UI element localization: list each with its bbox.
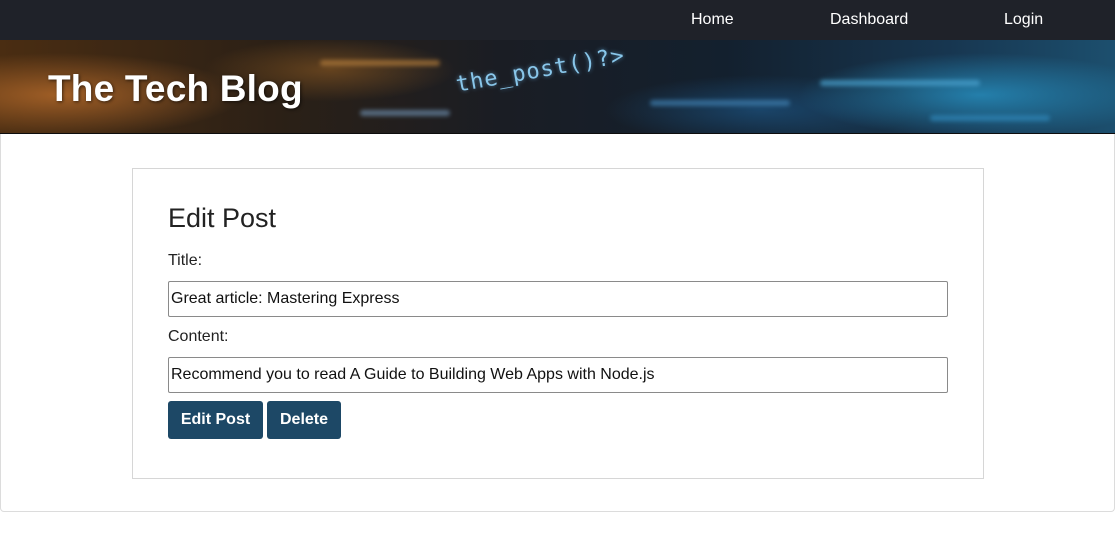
title-input[interactable] xyxy=(168,281,948,317)
banner-light-streak xyxy=(650,100,790,106)
banner-light-streak xyxy=(320,60,440,66)
banner-code-snippet: the_post()?> xyxy=(454,43,627,98)
content-input[interactable] xyxy=(168,357,948,393)
nav-login-link[interactable]: Login xyxy=(1004,10,1043,30)
edit-post-form: Edit Post Title: Content: Edit Post Dele… xyxy=(132,168,984,479)
content-label: Content: xyxy=(168,328,229,345)
nav-home-link[interactable]: Home xyxy=(691,10,734,30)
title-label: Title: xyxy=(168,252,203,269)
edit-post-button[interactable]: Edit Post xyxy=(168,401,263,439)
form-heading: Edit Post xyxy=(168,203,277,233)
banner-light-streak xyxy=(360,110,450,116)
site-title[interactable]: The Tech Blog xyxy=(48,68,303,110)
banner-light-streak xyxy=(930,115,1050,121)
nav-dashboard-link[interactable]: Dashboard xyxy=(830,10,908,30)
top-navbar: Home Dashboard Login xyxy=(0,0,1115,40)
header-banner: the_post()?> The Tech Blog xyxy=(0,40,1115,135)
banner-light-streak xyxy=(820,80,980,86)
delete-button[interactable]: Delete xyxy=(267,401,341,439)
